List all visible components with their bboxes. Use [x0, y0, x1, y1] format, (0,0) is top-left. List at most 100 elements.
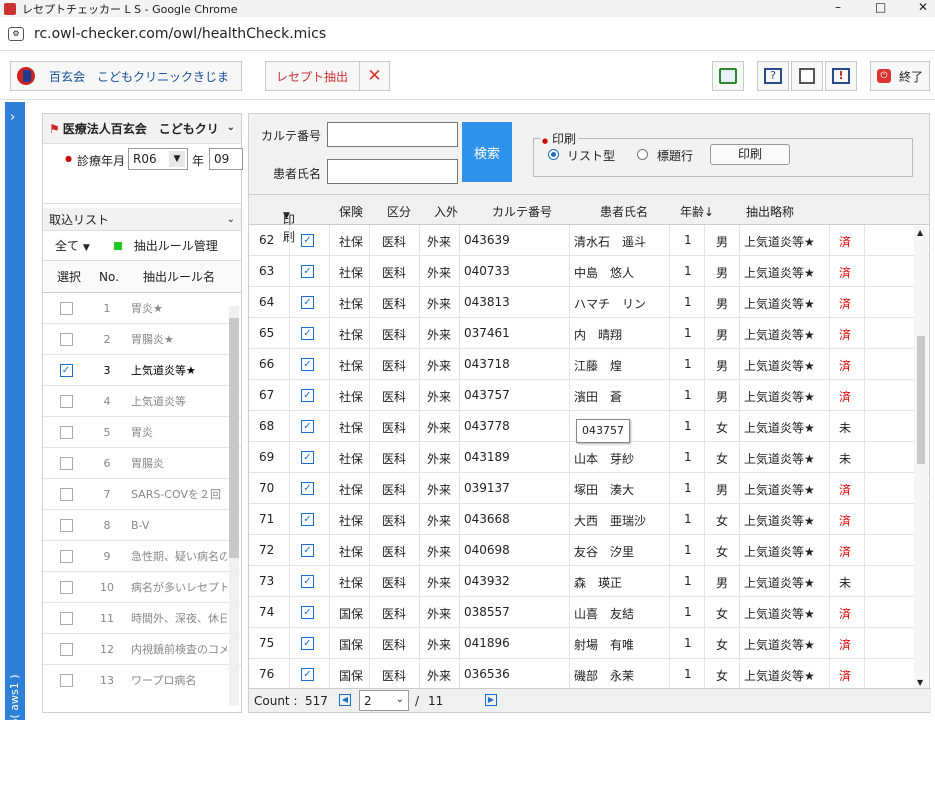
header-name[interactable]: 患者氏名 — [600, 203, 648, 220]
rule-checkbox[interactable] — [59, 456, 73, 470]
rule-row[interactable]: 6 胃腸炎 — [43, 448, 241, 479]
rule-row[interactable]: 11 時間外、深夜、休日 — [43, 603, 241, 634]
row-checkbox[interactable]: ✓ — [301, 606, 314, 619]
rule-row[interactable]: 1 胃炎★ — [43, 293, 241, 324]
row-checkbox[interactable]: ✓ — [301, 358, 314, 371]
rule-row[interactable]: 12 内視鏡前検査のコメ — [43, 634, 241, 665]
cell: 外来 — [427, 576, 452, 590]
maximize-icon[interactable]: □ — [875, 0, 886, 14]
row-checkbox[interactable]: ✓ — [301, 420, 314, 433]
scroll-up-icon[interactable]: ▲ — [917, 228, 923, 237]
row-checkbox[interactable]: ✓ — [301, 327, 314, 340]
month-select[interactable]: 09 — [209, 148, 243, 170]
karte-input[interactable] — [327, 122, 458, 147]
scroll-down-icon[interactable]: ▼ — [917, 678, 923, 687]
print-icon[interactable] — [791, 61, 823, 91]
side-strip[interactable]: › RC-LS v.24.11.16( aws1 ) — [5, 102, 25, 812]
header-age[interactable]: 年齢↓ — [680, 203, 714, 220]
close-window-icon[interactable]: ✕ — [918, 0, 928, 14]
grid-scroll-thumb[interactable] — [917, 336, 925, 464]
rule-checkbox[interactable] — [59, 642, 73, 656]
table-row[interactable]: ✓ 74 国保 医科 外来 038557 山喜 友結 1 女 上気道炎等★ 済 — [249, 597, 929, 628]
row-checkbox[interactable]: ✓ — [301, 544, 314, 557]
table-row[interactable]: ✓ 76 国保 医科 外来 036536 磯部 永茉 1 女 上気道炎等★ 済 — [249, 659, 929, 690]
table-row[interactable]: ✓ 63 社保 医科 外来 040733 中島 悠人 1 男 上気道炎等★ 済 — [249, 256, 929, 287]
name-input[interactable] — [327, 159, 458, 184]
rule-checkbox[interactable] — [59, 487, 73, 501]
table-row[interactable]: ✓ 73 社保 医科 外来 043932 森 瑛正 1 男 上気道炎等★ 未 — [249, 566, 929, 597]
clear-icon[interactable]: ✕ — [359, 62, 389, 90]
extract-button[interactable]: レセプト抽出 ✕ — [265, 61, 390, 91]
row-checkbox[interactable]: ✓ — [301, 668, 314, 681]
table-row[interactable]: ✓ 70 社保 医科 外来 039137 塚田 湊大 1 男 上気道炎等★ 済 — [249, 473, 929, 504]
address-bar[interactable]: ⚙ rc.owl-checker.com/owl/healthCheck.mic… — [0, 17, 935, 51]
table-row[interactable]: ✓ 71 社保 医科 外来 043668 大西 亜瑞沙 1 女 上気道炎等★ 済 — [249, 504, 929, 535]
org-select[interactable]: ⚑ 医療法人百玄会 こどもクリ ⌄ — [43, 114, 241, 144]
rule-checkbox[interactable] — [59, 394, 73, 408]
rule-checkbox[interactable] — [59, 673, 73, 687]
settings-icon[interactable] — [712, 61, 744, 91]
table-row[interactable]: ✓ 75 国保 医科 外来 041896 射場 有唯 1 女 上気道炎等★ 済 — [249, 628, 929, 659]
exit-button[interactable]: ⏻ 終了 — [870, 61, 930, 91]
grid-scrollbar[interactable]: ▲ ▼ — [914, 226, 928, 689]
header-rule[interactable]: 抽出略称 — [746, 203, 794, 220]
help-icon[interactable]: ? — [757, 61, 789, 91]
org-button[interactable]: 百玄会 こどもクリニックきじま — [10, 61, 242, 91]
row-checkbox[interactable]: ✓ — [301, 296, 314, 309]
header-insurance[interactable]: 保険 — [339, 203, 363, 220]
expand-chevron-icon[interactable]: › — [10, 110, 15, 125]
table-row[interactable]: ✓ 69 社保 医科 外来 043189 山本 芽紗 1 女 上気道炎等★ 未 — [249, 442, 929, 473]
rule-checkbox[interactable]: ✓ — [59, 363, 73, 377]
alert-icon[interactable]: ! — [825, 61, 857, 91]
row-checkbox[interactable]: ✓ — [301, 637, 314, 650]
radio-list[interactable] — [548, 149, 559, 160]
table-row[interactable]: ✓ 66 社保 医科 外来 043718 江藤 煌 1 男 上気道炎等★ 済 — [249, 349, 929, 380]
radio-header[interactable] — [637, 149, 648, 160]
table-row[interactable]: ✓ 65 社保 医科 外来 037461 内 晴翔 1 男 上気道炎等★ 済 — [249, 318, 929, 349]
rule-checkbox[interactable] — [59, 301, 73, 315]
era-select[interactable]: R06 ▼ — [128, 148, 188, 170]
row-checkbox[interactable]: ✓ — [301, 575, 314, 588]
rule-checkbox[interactable] — [59, 332, 73, 346]
all-dropdown[interactable]: 全て ▼ — [55, 237, 90, 254]
rule-row[interactable]: 5 胃炎 — [43, 417, 241, 448]
row-checkbox[interactable]: ✓ — [301, 451, 314, 464]
rule-row[interactable]: 10 病名が多いレセプト — [43, 572, 241, 603]
table-row[interactable]: ✓ 72 社保 医科 外来 040698 友谷 汐里 1 女 上気道炎等★ 済 — [249, 535, 929, 566]
row-checkbox[interactable]: ✓ — [301, 265, 314, 278]
page-select[interactable]: 2 ⌄ — [359, 690, 409, 711]
row-checkbox[interactable]: ✓ — [301, 389, 314, 402]
import-list-header[interactable]: 取込リスト ⌄ — [43, 208, 241, 231]
rule-row[interactable]: 8 B-V — [43, 510, 241, 541]
table-row[interactable]: ✓ 62 社保 医科 外来 043639 清水石 遥斗 1 男 上気道炎等★ 済 — [249, 225, 929, 256]
row-checkbox[interactable]: ✓ — [301, 234, 314, 247]
rule-row[interactable]: 2 胃腸炎★ — [43, 324, 241, 355]
rule-row[interactable]: 4 上気道炎等 — [43, 386, 241, 417]
table-row[interactable]: ✓ 67 社保 医科 外来 043757 濱田 蒼 1 男 上気道炎等★ 済 — [249, 380, 929, 411]
header-karte[interactable]: カルテ番号 — [492, 203, 552, 220]
next-page-icon[interactable]: ▶ — [485, 694, 497, 706]
site-info-icon[interactable]: ⚙ — [8, 26, 24, 41]
table-row[interactable]: ✓ 64 社保 医科 外来 043813 ハマチ リン 1 男 上気道炎等★ 済 — [249, 287, 929, 318]
rule-row[interactable]: 13 ワープロ病名 — [43, 665, 241, 693]
rule-checkbox[interactable] — [59, 425, 73, 439]
rule-checkbox[interactable] — [59, 549, 73, 563]
rule-row[interactable]: 7 SARS-COVを２回 — [43, 479, 241, 510]
prev-page-icon[interactable]: ◀ — [339, 694, 351, 706]
header-kubun[interactable]: 区分 — [387, 203, 411, 220]
rule-row[interactable]: 9 急性期、疑い病名の — [43, 541, 241, 572]
rule-checkbox[interactable] — [59, 580, 73, 594]
search-button[interactable]: 検索 — [462, 122, 512, 182]
header-inout[interactable]: 入外 — [434, 203, 458, 220]
row-checkbox[interactable]: ✓ — [301, 482, 314, 495]
print-button[interactable]: 印刷 — [710, 144, 790, 165]
rule-checkbox[interactable] — [59, 611, 73, 625]
rule-mgmt-link[interactable]: 抽出ルール管理 — [134, 237, 218, 254]
rule-checkbox[interactable] — [59, 518, 73, 532]
cell: 医科 — [382, 235, 407, 249]
minimize-icon[interactable]: – — [835, 0, 841, 14]
scroll-thumb[interactable] — [229, 318, 239, 558]
rule-list-scrollbar[interactable] — [229, 306, 239, 706]
rule-row[interactable]: ✓ 3 上気道炎等★ — [43, 355, 241, 386]
row-checkbox[interactable]: ✓ — [301, 513, 314, 526]
